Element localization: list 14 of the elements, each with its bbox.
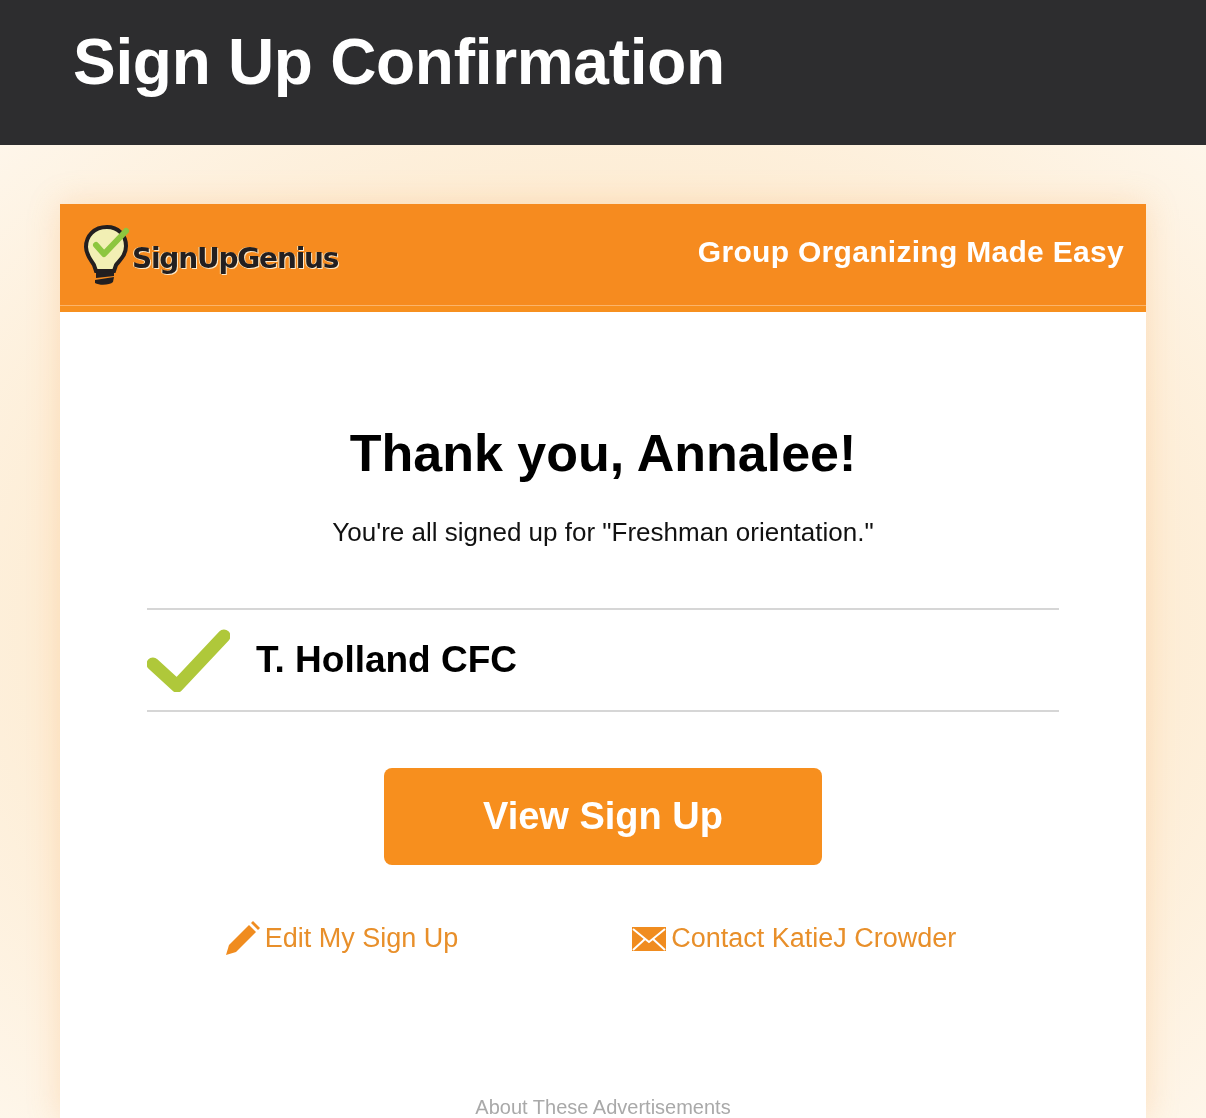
confirmation-message: You're all signed up for "Freshman orientation." [332, 517, 874, 548]
page-title: Sign Up Confirmation [73, 24, 725, 100]
logo-text: SignUpGenius [132, 241, 339, 275]
pencil-icon [223, 921, 260, 956]
edit-link[interactable]: Edit My Sign Up [223, 921, 459, 956]
link-label: Edit My Sign Up [264, 923, 459, 954]
thank-you-heading: Thank you, Annalee! [349, 423, 857, 484]
logo[interactable]: SignUpGenius [82, 223, 339, 287]
advertisements-note[interactable]: About These Advertisements [475, 1096, 731, 1118]
view-sign-up-button[interactable]: View Sign Up [384, 768, 822, 865]
lightbulb-check-icon [82, 223, 132, 287]
envelope-icon [632, 926, 667, 951]
slot-name: T. Holland CFC [256, 639, 518, 681]
tagline: Group Organizing Made Easy [697, 235, 1124, 269]
